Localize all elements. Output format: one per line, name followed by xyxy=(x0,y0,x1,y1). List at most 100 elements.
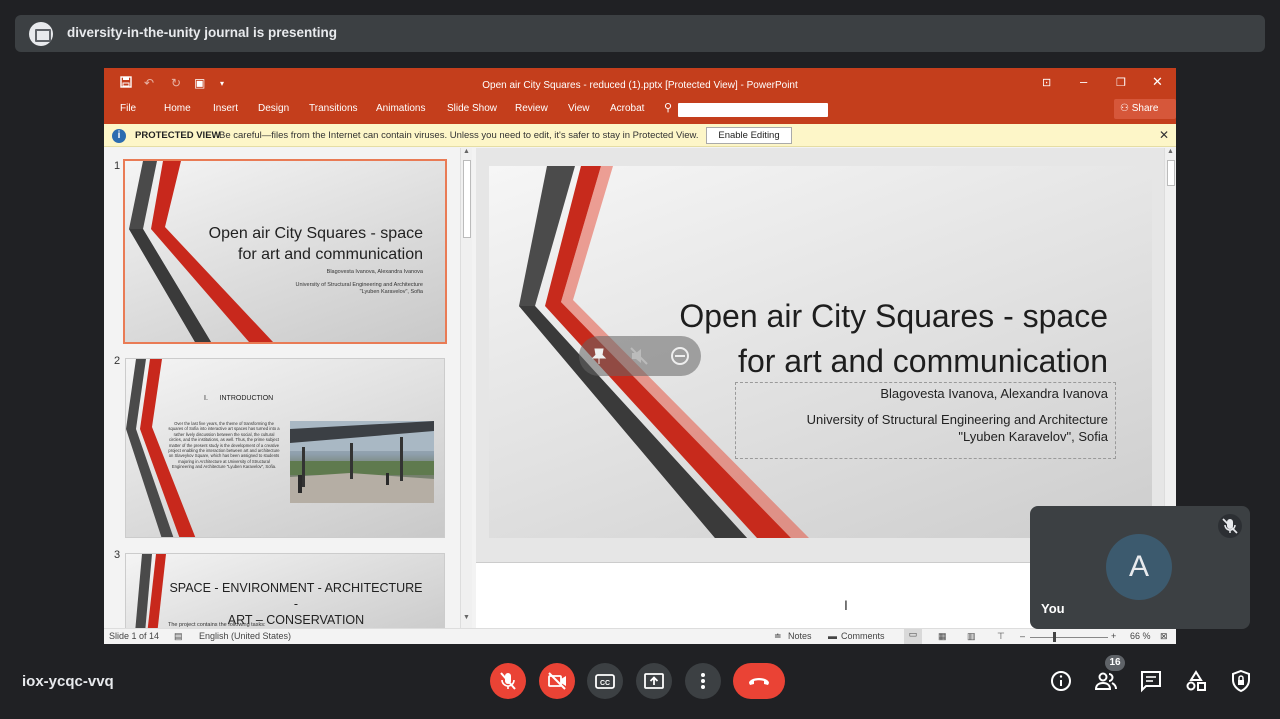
normal-view-icon[interactable]: ▭ xyxy=(904,629,922,644)
close-icon[interactable]: ✕ xyxy=(1152,74,1163,90)
zoom-slider[interactable] xyxy=(1030,637,1108,638)
present-icon xyxy=(644,673,664,689)
info-icon xyxy=(1051,671,1071,691)
zoom-slider-thumb[interactable] xyxy=(1053,632,1056,642)
tab-file[interactable]: File xyxy=(120,103,136,114)
close-bar-icon[interactable]: ✕ xyxy=(1159,128,1169,142)
more-options-button[interactable] xyxy=(685,663,721,699)
protected-view-label: PROTECTED VIEW xyxy=(135,130,221,141)
mic-toggle-button[interactable] xyxy=(490,663,526,699)
meeting-details-button[interactable] xyxy=(1049,669,1073,693)
avatar: A xyxy=(1106,534,1172,600)
thumb-number: 1 xyxy=(114,160,121,172)
slide-affiliation: University of Structural Engineering and… xyxy=(806,412,1108,444)
presentation-icon xyxy=(29,22,53,46)
slideshow-view-icon[interactable]: ⊤ xyxy=(997,631,1005,642)
people-button[interactable] xyxy=(1094,669,1118,693)
notes-button[interactable]: Notes xyxy=(788,631,812,641)
lightbulb-icon: ⚲ xyxy=(664,102,673,114)
shield-lock-icon xyxy=(1232,669,1250,693)
title-bar: ↶ ↻ ▣ ▾ Open air City Squares - reduced … xyxy=(104,68,1176,124)
scroll-up-icon[interactable]: ▲ xyxy=(463,148,470,155)
thumb-number: 3 xyxy=(114,549,121,561)
scrollbar-thumb[interactable] xyxy=(1167,160,1175,186)
fit-slide-icon[interactable]: ⊠ xyxy=(1160,631,1168,642)
minimize-icon[interactable]: – xyxy=(1080,74,1087,89)
remove-icon[interactable] xyxy=(670,346,690,366)
hang-up-icon xyxy=(749,678,769,685)
tab-slide-show[interactable]: Slide Show xyxy=(447,103,497,114)
enable-editing-button[interactable]: Enable Editing xyxy=(706,127,792,144)
shield-info-icon: i xyxy=(112,129,126,143)
slide-counter: Slide 1 of 14 xyxy=(109,631,160,641)
slide-authors: Blagovesta Ivanova, Alexandra Ivanova xyxy=(880,386,1108,401)
self-video-tile[interactable]: A You xyxy=(1030,506,1250,629)
chat-button[interactable] xyxy=(1139,669,1163,693)
scrollbar-thumb[interactable] xyxy=(463,160,471,238)
ribbon-display-icon[interactable]: ⊡ xyxy=(1042,76,1051,89)
camera-toggle-button[interactable] xyxy=(539,663,575,699)
thumb-authors: Blagovesta Ivanova, Alexandra Ivanova xyxy=(326,269,423,275)
thumb-heading: I. INTRODUCTION xyxy=(204,395,274,402)
thumb-heading: SPACE - ENVIRONMENT - ARCHITECTURE - ART… xyxy=(169,581,423,627)
comments-button[interactable]: Comments xyxy=(841,631,885,641)
reading-view-icon[interactable]: ▥ xyxy=(967,631,976,642)
more-vert-icon xyxy=(701,673,705,689)
shapes-icon xyxy=(1186,670,1206,691)
slide-thumbnail-1[interactable]: Open air City Squares - space for art an… xyxy=(123,159,447,344)
comments-icon[interactable]: ▬ xyxy=(828,631,837,641)
window-title: Open air City Squares - reduced (1).pptx… xyxy=(482,80,798,91)
status-bar: Slide 1 of 14 ▤ English (United States) … xyxy=(104,628,1176,644)
tab-acrobat[interactable]: Acrobat xyxy=(610,103,644,114)
slide-sorter-icon[interactable]: ▦ xyxy=(938,631,947,642)
zoom-in-icon[interactable]: + xyxy=(1111,631,1116,641)
pin-icon[interactable] xyxy=(589,346,609,366)
restore-icon[interactable]: ❐ xyxy=(1116,76,1126,89)
tab-home[interactable]: Home xyxy=(164,103,191,114)
tell-me-search-input[interactable] xyxy=(678,103,828,117)
zoom-level[interactable]: 66 % xyxy=(1130,631,1151,641)
slide-thumbnail-pane: 1 Open air City Squares - space for art … xyxy=(104,148,474,628)
host-controls-button[interactable] xyxy=(1229,669,1253,693)
scroll-up-icon[interactable]: ▲ xyxy=(1167,148,1174,155)
share-label: Share xyxy=(1131,103,1159,114)
captions-button[interactable]: CC xyxy=(587,663,623,699)
person-icon: ⚇ xyxy=(1120,103,1132,114)
share-button[interactable]: ⚇ Share xyxy=(1114,99,1176,119)
slide-thumbnail-2[interactable]: I. INTRODUCTION Over the last five years… xyxy=(125,358,445,538)
presenting-label: diversity-in-the-unity journal is presen… xyxy=(67,25,338,40)
mute-audio-icon[interactable] xyxy=(629,346,649,366)
tab-review[interactable]: Review xyxy=(515,103,548,114)
activities-button[interactable] xyxy=(1184,669,1208,693)
tab-design[interactable]: Design xyxy=(258,103,289,114)
thumb-affiliation: University of Structural Engineering and… xyxy=(295,282,423,295)
protected-view-message: Be careful—files from the Internet can c… xyxy=(219,130,699,141)
slide-title: Open air City Squares - space for art an… xyxy=(679,298,1108,379)
presenting-banner: diversity-in-the-unity journal is presen… xyxy=(15,15,1265,52)
tab-transitions[interactable]: Transitions xyxy=(309,103,358,114)
slide-thumbnail-3[interactable]: SPACE - ENVIRONMENT - ARCHITECTURE - ART… xyxy=(125,553,445,628)
notes-icon[interactable]: ≐ xyxy=(774,631,782,642)
camera-off-icon xyxy=(548,672,566,690)
tab-animations[interactable]: Animations xyxy=(376,103,425,114)
thumb-number: 2 xyxy=(114,355,121,367)
thumb-body: Over the last five years, the theme of t… xyxy=(168,421,280,470)
spell-check-icon[interactable]: ▤ xyxy=(174,631,183,642)
zoom-out-icon[interactable]: – xyxy=(1020,631,1025,641)
square-photo xyxy=(290,421,434,503)
thumb-title: Open air City Squares - space for art an… xyxy=(208,225,423,263)
protected-view-bar: i PROTECTED VIEW Be careful—files from t… xyxy=(104,124,1176,147)
scroll-down-icon[interactable]: ▼ xyxy=(463,614,470,621)
chat-icon xyxy=(1141,671,1161,693)
meeting-code: iox-ycqc-vvq xyxy=(22,673,114,690)
tab-insert[interactable]: Insert xyxy=(213,103,238,114)
tab-view[interactable]: View xyxy=(568,103,590,114)
present-screen-button[interactable] xyxy=(636,663,672,699)
people-icon xyxy=(1094,672,1117,690)
language-label[interactable]: English (United States) xyxy=(199,631,291,641)
presenter-overlay xyxy=(579,336,701,376)
mic-off-icon xyxy=(500,672,516,690)
mic-off-icon xyxy=(1218,514,1242,538)
thumbnail-scrollbar[interactable]: ▲ ▼ xyxy=(460,148,472,628)
leave-call-button[interactable] xyxy=(733,663,785,699)
